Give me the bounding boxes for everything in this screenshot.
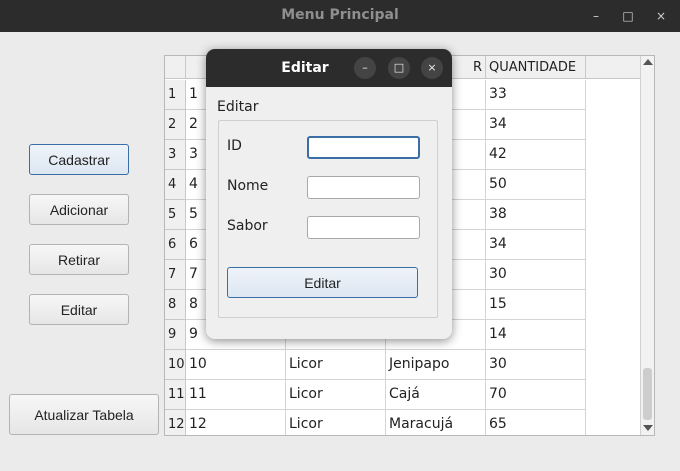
column-header-quantidade[interactable]: QUANTIDADE: [486, 56, 586, 79]
minimize-icon[interactable]: –: [586, 6, 606, 26]
row-header[interactable]: 12: [165, 410, 186, 435]
cell-quantidade[interactable]: 33: [486, 80, 586, 110]
row-header[interactable]: 6: [165, 230, 186, 260]
dialog-close-icon[interactable]: ×: [421, 57, 443, 79]
row-header[interactable]: 10: [165, 350, 186, 380]
scroll-up-icon[interactable]: [643, 59, 653, 65]
cell-quantidade[interactable]: 50: [486, 170, 586, 200]
corner-header: [165, 56, 186, 79]
row-header[interactable]: 5: [165, 200, 186, 230]
dialog-editar-button[interactable]: Editar: [227, 267, 418, 298]
dialog-maximize-icon[interactable]: □: [388, 57, 410, 79]
cell-sabor[interactable]: Maracujá: [386, 410, 486, 435]
close-icon[interactable]: ×: [651, 6, 671, 26]
cell-tipo[interactable]: Licor: [286, 410, 386, 435]
scroll-down-icon[interactable]: [643, 425, 653, 431]
cell-quantidade[interactable]: 38: [486, 200, 586, 230]
dialog-minimize-icon[interactable]: –: [354, 57, 376, 79]
cell-id[interactable]: 10: [186, 350, 286, 380]
row-header[interactable]: 11: [165, 380, 186, 410]
cell-tipo[interactable]: Licor: [286, 380, 386, 410]
cell-quantidade[interactable]: 14: [486, 320, 586, 350]
cell-quantidade[interactable]: 42: [486, 140, 586, 170]
row-header[interactable]: 1: [165, 80, 186, 110]
group-title: Editar: [217, 99, 259, 115]
row-header[interactable]: 3: [165, 140, 186, 170]
cell-quantidade[interactable]: 30: [486, 260, 586, 290]
cell-quantidade[interactable]: 34: [486, 110, 586, 140]
row-header[interactable]: 7: [165, 260, 186, 290]
id-field[interactable]: [307, 136, 420, 159]
main-window: Menu Principal – □ × Cadastrar Adicionar…: [0, 0, 680, 471]
cell-quantidade[interactable]: 34: [486, 230, 586, 260]
sabor-label: Sabor: [227, 218, 268, 234]
id-label: ID: [227, 138, 242, 154]
retirar-button[interactable]: Retirar: [29, 244, 129, 275]
atualizar-tabela-button[interactable]: Atualizar Tabela: [9, 394, 159, 435]
title-bar: Menu Principal – □ ×: [0, 0, 680, 32]
editar-dialog: Editar – □ × Editar ID Nome Sabor Editar: [206, 49, 452, 339]
cell-sabor[interactable]: Jenipapo: [386, 350, 486, 380]
cell-id[interactable]: 12: [186, 410, 286, 435]
header-filler: [586, 56, 641, 79]
row-header[interactable]: 2: [165, 110, 186, 140]
cell-quantidade[interactable]: 70: [486, 380, 586, 410]
cell-tipo[interactable]: Licor: [286, 350, 386, 380]
cadastrar-button[interactable]: Cadastrar: [29, 144, 129, 175]
cell-sabor[interactable]: Cajá: [386, 380, 486, 410]
dialog-title-bar: Editar – □ ×: [206, 49, 452, 87]
editar-button[interactable]: Editar: [29, 294, 129, 325]
cell-quantidade[interactable]: 15: [486, 290, 586, 320]
row-header[interactable]: 9: [165, 320, 186, 350]
scrollbar-thumb[interactable]: [643, 368, 652, 420]
row-header[interactable]: 4: [165, 170, 186, 200]
cell-id[interactable]: 11: [186, 380, 286, 410]
vertical-scrollbar[interactable]: [640, 56, 654, 435]
sabor-field[interactable]: [307, 216, 420, 239]
nome-label: Nome: [227, 178, 269, 194]
cell-quantidade[interactable]: 30: [486, 350, 586, 380]
maximize-icon[interactable]: □: [618, 6, 638, 26]
adicionar-button[interactable]: Adicionar: [29, 194, 129, 225]
window-title: Menu Principal: [281, 7, 399, 23]
cell-quantidade[interactable]: 65: [486, 410, 586, 435]
nome-field[interactable]: [307, 176, 420, 199]
row-header[interactable]: 8: [165, 290, 186, 320]
